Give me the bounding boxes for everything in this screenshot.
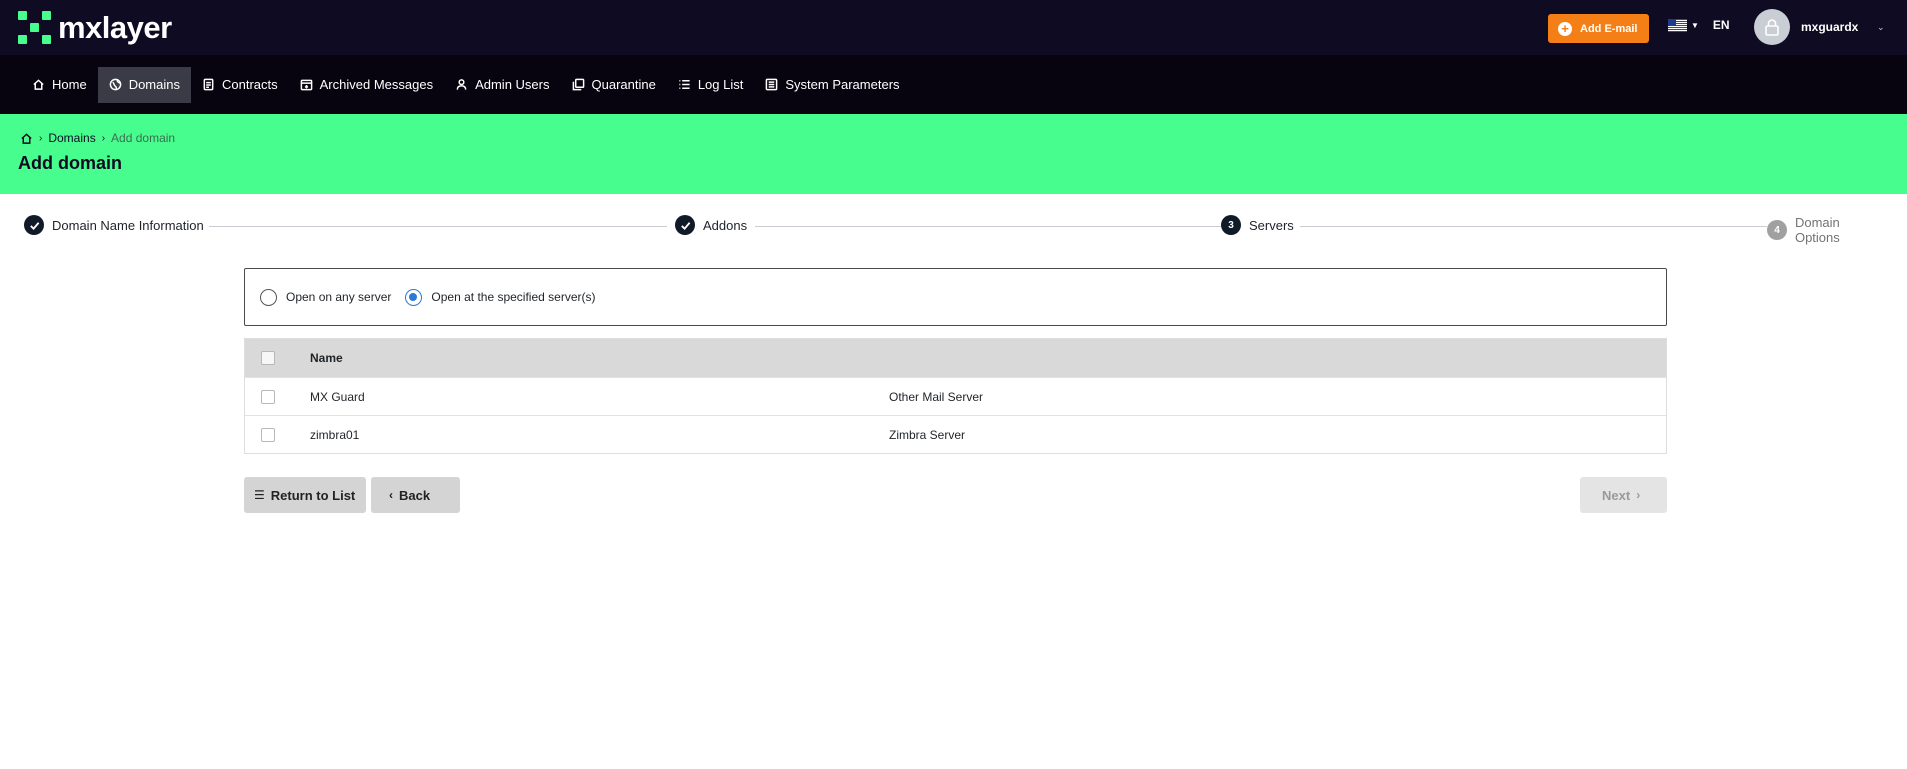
logo-text: mxlayer <box>58 10 172 45</box>
nav-item-label: Home <box>52 77 87 92</box>
step-domain-name-information: Domain Name Information <box>24 215 204 235</box>
table-row[interactable]: zimbra01 Zimbra Server <box>245 415 1666 453</box>
language-label: EN <box>1712 18 1730 32</box>
step-label: Domain Options <box>1794 215 1840 245</box>
check-icon <box>675 215 695 235</box>
radio-label: Open at the specified server(s) <box>431 290 596 304</box>
archive-icon <box>300 79 312 91</box>
list-icon <box>679 80 690 89</box>
button-label: Return to List <box>270 487 356 503</box>
step-connector <box>1300 226 1781 227</box>
nav-item-admin-users[interactable]: Admin Users <box>444 67 560 103</box>
step-addons: Addons <box>675 215 748 235</box>
radio-label: Open on any server <box>286 290 392 304</box>
radio-button[interactable] <box>260 288 277 306</box>
server-type: Zimbra Server <box>889 427 966 442</box>
add-email-button[interactable]: + Add E-mail <box>1548 14 1649 43</box>
nav-item-label: Log List <box>697 77 744 92</box>
quarantine-icon <box>572 78 584 91</box>
lock-icon <box>1765 19 1779 36</box>
breadcrumb-separator-icon: › <box>101 132 106 144</box>
user-icon <box>456 79 467 90</box>
nav-item-label: System Parameters <box>785 77 900 92</box>
server-mode-group: Open on any server Open at the specified… <box>244 268 1667 326</box>
column-header-name[interactable]: Name <box>310 351 889 365</box>
back-button[interactable]: ‹ Back <box>371 477 460 513</box>
us-flag-icon <box>1668 18 1687 32</box>
home-icon <box>33 79 44 90</box>
top-bar: mxlayer + Add E-mail ▼ EN mxguardx ⌄ <box>0 0 1907 55</box>
plus-circle-icon: + <box>1558 21 1572 36</box>
nav-item-domains[interactable]: Domains <box>97 66 191 103</box>
list-icon: ☰ <box>254 488 265 502</box>
user-name[interactable]: mxguardx <box>1801 20 1858 34</box>
language-selector[interactable]: ▼ EN <box>1668 18 1730 32</box>
settings-icon <box>766 78 778 91</box>
button-label: Back <box>399 487 431 503</box>
server-name: MX Guard <box>310 389 365 404</box>
step-connector <box>209 226 667 227</box>
radio-open-any-server[interactable]: Open on any server <box>260 288 392 306</box>
return-to-list-button[interactable]: ☰ Return to List <box>244 477 366 513</box>
breadcrumb: › Domains › Add domain <box>20 131 175 145</box>
server-name: zimbra01 <box>310 427 360 442</box>
globe-icon <box>109 78 122 91</box>
add-email-label: Add E-mail <box>1580 22 1638 35</box>
nav-item-label: Domains <box>128 77 180 92</box>
contract-icon <box>203 78 214 91</box>
nav-item-system-parameters[interactable]: System Parameters <box>754 67 910 103</box>
step-servers: 3 Servers <box>1221 215 1294 235</box>
table-header: Name <box>245 339 1666 377</box>
radio-button[interactable] <box>405 288 423 306</box>
nav-item-label: Contracts <box>221 77 278 92</box>
step-connector <box>755 226 1228 227</box>
radio-open-specified-servers[interactable]: Open at the specified server(s) <box>405 288 596 306</box>
chevron-right-icon: › <box>1636 488 1641 502</box>
nav-item-contracts[interactable]: Contracts <box>191 67 289 103</box>
row-checkbox[interactable] <box>261 389 275 404</box>
check-icon <box>24 215 44 235</box>
user-menu-chevron-icon[interactable]: ⌄ <box>1877 22 1885 33</box>
page-header: › Domains › Add domain Add domain <box>0 114 1907 194</box>
nav-item-log-list[interactable]: Log List <box>667 67 755 103</box>
wizard-steps: Domain Name Information Addons 3 Servers… <box>24 215 1888 245</box>
nav-item-label: Archived Messages <box>319 77 434 92</box>
nav-item-home[interactable]: Home <box>21 67 98 103</box>
next-button[interactable]: Next › <box>1580 477 1667 513</box>
button-label: Next <box>1602 487 1631 503</box>
logo-mark-icon <box>18 11 52 45</box>
home-icon[interactable] <box>20 132 33 145</box>
chevron-left-icon: ‹ <box>389 488 393 502</box>
table-row[interactable]: MX Guard Other Mail Server <box>245 377 1666 415</box>
nav-item-label: Quarantine <box>591 77 656 92</box>
page-title: Add domain <box>18 153 122 173</box>
step-number: 3 <box>1221 215 1241 235</box>
step-number: 4 <box>1767 220 1787 240</box>
nav-item-archived-messages[interactable]: Archived Messages <box>289 67 444 103</box>
select-all-checkbox[interactable] <box>261 351 275 365</box>
step-label: Domain Name Information <box>52 217 204 233</box>
main-nav: Home Domains Contracts Archived Messages… <box>0 55 1907 114</box>
avatar[interactable] <box>1754 9 1790 45</box>
row-checkbox[interactable] <box>261 427 275 442</box>
breadcrumb-current: Add domain <box>111 131 176 145</box>
servers-table: Name MX Guard Other Mail Server zimbra01… <box>244 338 1667 454</box>
breadcrumb-separator-icon: › <box>39 132 43 144</box>
server-type: Other Mail Server <box>889 389 984 404</box>
nav-item-quarantine[interactable]: Quarantine <box>561 67 667 103</box>
logo[interactable]: mxlayer <box>18 11 172 45</box>
breadcrumb-domains-link[interactable]: Domains <box>48 131 95 145</box>
nav-item-label: Admin Users <box>475 77 550 92</box>
step-label: Addons <box>703 217 748 233</box>
chevron-down-icon: ▼ <box>1691 20 1699 30</box>
step-label: Servers <box>1249 217 1294 233</box>
step-domain-options: 4 Domain Options <box>1767 215 1888 245</box>
